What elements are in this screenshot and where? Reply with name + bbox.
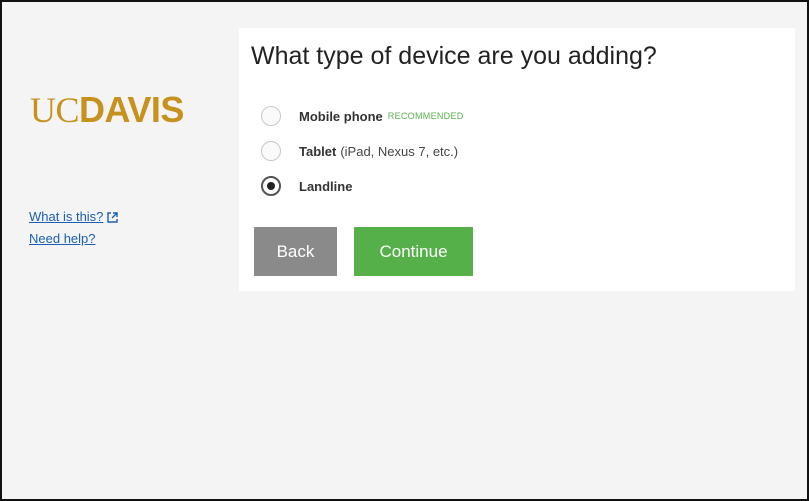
radio-mobile-phone[interactable] — [261, 106, 281, 126]
external-link-icon — [107, 209, 119, 229]
need-help-link[interactable]: Need help? — [29, 229, 118, 249]
sidebar-links: What is this? Need help? — [29, 207, 119, 249]
logo-davis: DAVIS — [79, 89, 184, 130]
option-tablet-label: Tablet — [299, 143, 337, 159]
app-frame: UCDAVIS What is this? Need help? What ty… — [0, 0, 809, 501]
radio-tablet[interactable] — [261, 141, 281, 161]
option-mobile-phone-label: Mobile phone — [299, 108, 383, 124]
option-landline-label: Landline — [299, 178, 353, 194]
option-landline[interactable]: Landline — [261, 174, 352, 198]
back-button[interactable]: Back — [254, 227, 337, 276]
what-is-this-label: What is this? — [29, 209, 104, 224]
recommended-badge: RECOMMENDED — [387, 111, 464, 121]
continue-button[interactable]: Continue — [354, 227, 473, 276]
device-type-panel: What type of device are you adding? Mobi… — [239, 28, 795, 291]
option-tablet-note: (iPad, Nexus 7, etc.) — [340, 143, 459, 159]
ucdavis-logo: UCDAVIS — [30, 89, 184, 130]
page-title: What type of device are you adding? — [251, 42, 657, 70]
radio-landline[interactable] — [261, 176, 281, 196]
what-is-this-link[interactable]: What is this? — [29, 207, 119, 229]
sidebar: UCDAVIS What is this? Need help? — [2, 2, 238, 499]
option-tablet[interactable]: Tablet (iPad, Nexus 7, etc.) — [261, 139, 458, 163]
logo-uc: UC — [30, 90, 80, 130]
option-mobile-phone[interactable]: Mobile phone RECOMMENDED — [261, 104, 464, 128]
